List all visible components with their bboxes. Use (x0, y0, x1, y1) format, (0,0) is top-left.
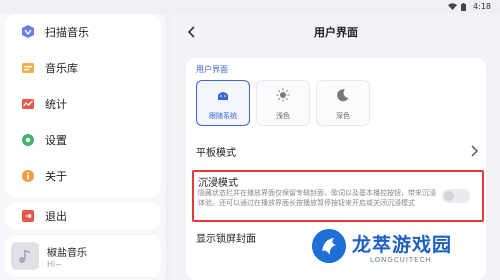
moon-icon (337, 89, 349, 102)
tablet-mode-title: 平板模式 (196, 148, 236, 159)
sidebar-item-music-library[interactable]: 音乐库 (5, 56, 161, 80)
theme-option-label: 浅色 (276, 112, 290, 120)
sidebar-item-exit[interactable]: 退出 (5, 204, 161, 228)
about-icon (22, 170, 34, 182)
battery-icon (461, 3, 466, 11)
sidebar-item-scan-music[interactable]: 扫描音乐 (5, 20, 161, 44)
theme-option-dark[interactable]: 深色 (316, 80, 370, 126)
album-cover (11, 242, 39, 270)
wifi-icon (448, 3, 457, 10)
status-icons (448, 3, 466, 11)
sidebar: 扫描音乐 音乐库 统计 设置 关于 退出 椒盐音乐 Hi~ (0, 14, 166, 280)
sidebar-item-label: 设置 (45, 134, 67, 147)
lockscreen-cover-title: 显示锁屏封面 (196, 234, 256, 245)
music-note-icon (19, 250, 30, 263)
immersive-mode-row[interactable]: 沉浸模式 隐藏状态栏并在播放界面仅保留专辑封面、歌词以及基本播控按钮，带来沉浸体… (192, 170, 484, 222)
nav-card: 扫描音乐 音乐库 统计 设置 关于 (5, 14, 161, 198)
stats-icon (22, 99, 34, 109)
watermark-logo-icon (312, 229, 346, 263)
sidebar-item-label: 扫描音乐 (45, 26, 89, 39)
song-title: 椒盐音乐 (47, 248, 87, 259)
scan-music-icon (22, 25, 34, 38)
music-library-icon (22, 63, 34, 73)
sidebar-item-settings[interactable]: 设置 (5, 128, 161, 152)
theme-mode-selector: 跟随系统 浅色 深色 (196, 80, 478, 126)
top-bar: 用户界面 (172, 14, 500, 50)
sidebar-item-label: 关于 (45, 170, 67, 183)
sidebar-item-label: 统计 (45, 98, 67, 111)
sun-icon (276, 88, 290, 102)
sidebar-item-about[interactable]: 关于 (5, 164, 161, 188)
sidebar-item-stats[interactable]: 统计 (5, 92, 161, 116)
exit-icon (22, 210, 34, 222)
theme-option-follow-system[interactable]: 跟随系统 (196, 80, 250, 126)
section-label: 用户界面 (196, 65, 228, 74)
settings-icon (22, 134, 34, 146)
mini-player[interactable]: 椒盐音乐 Hi~ (5, 236, 161, 276)
android-icon (218, 92, 228, 100)
theme-option-label: 深色 (336, 112, 350, 120)
chevron-right-icon (471, 145, 478, 157)
watermark-text: 龙萃游戏园 (352, 234, 453, 256)
watermark: 龙萃游戏园 LONGCUITECH (312, 226, 500, 280)
song-subtitle: Hi~ (47, 260, 62, 269)
watermark-domain: LONGCUITECH (370, 256, 432, 264)
immersive-mode-description: 隐藏状态栏并在播放界面仅保留专辑封面、歌词以及基本播控按钮，带来沉浸体验。还可以… (198, 189, 436, 207)
immersive-mode-title: 沉浸模式 (198, 178, 238, 189)
status-time: 4:18 (473, 2, 491, 11)
theme-option-label: 跟随系统 (209, 112, 237, 120)
page-title: 用户界面 (314, 26, 358, 39)
sidebar-item-label: 退出 (45, 210, 67, 223)
exit-card: 退出 (5, 202, 161, 230)
sidebar-item-label: 音乐库 (45, 62, 78, 75)
toggle-knob (444, 191, 454, 201)
tablet-mode-row[interactable]: 平板模式 (196, 142, 478, 164)
status-bar: 4:18 (0, 0, 500, 14)
theme-option-light[interactable]: 浅色 (256, 80, 310, 126)
immersive-mode-toggle[interactable] (442, 189, 470, 203)
